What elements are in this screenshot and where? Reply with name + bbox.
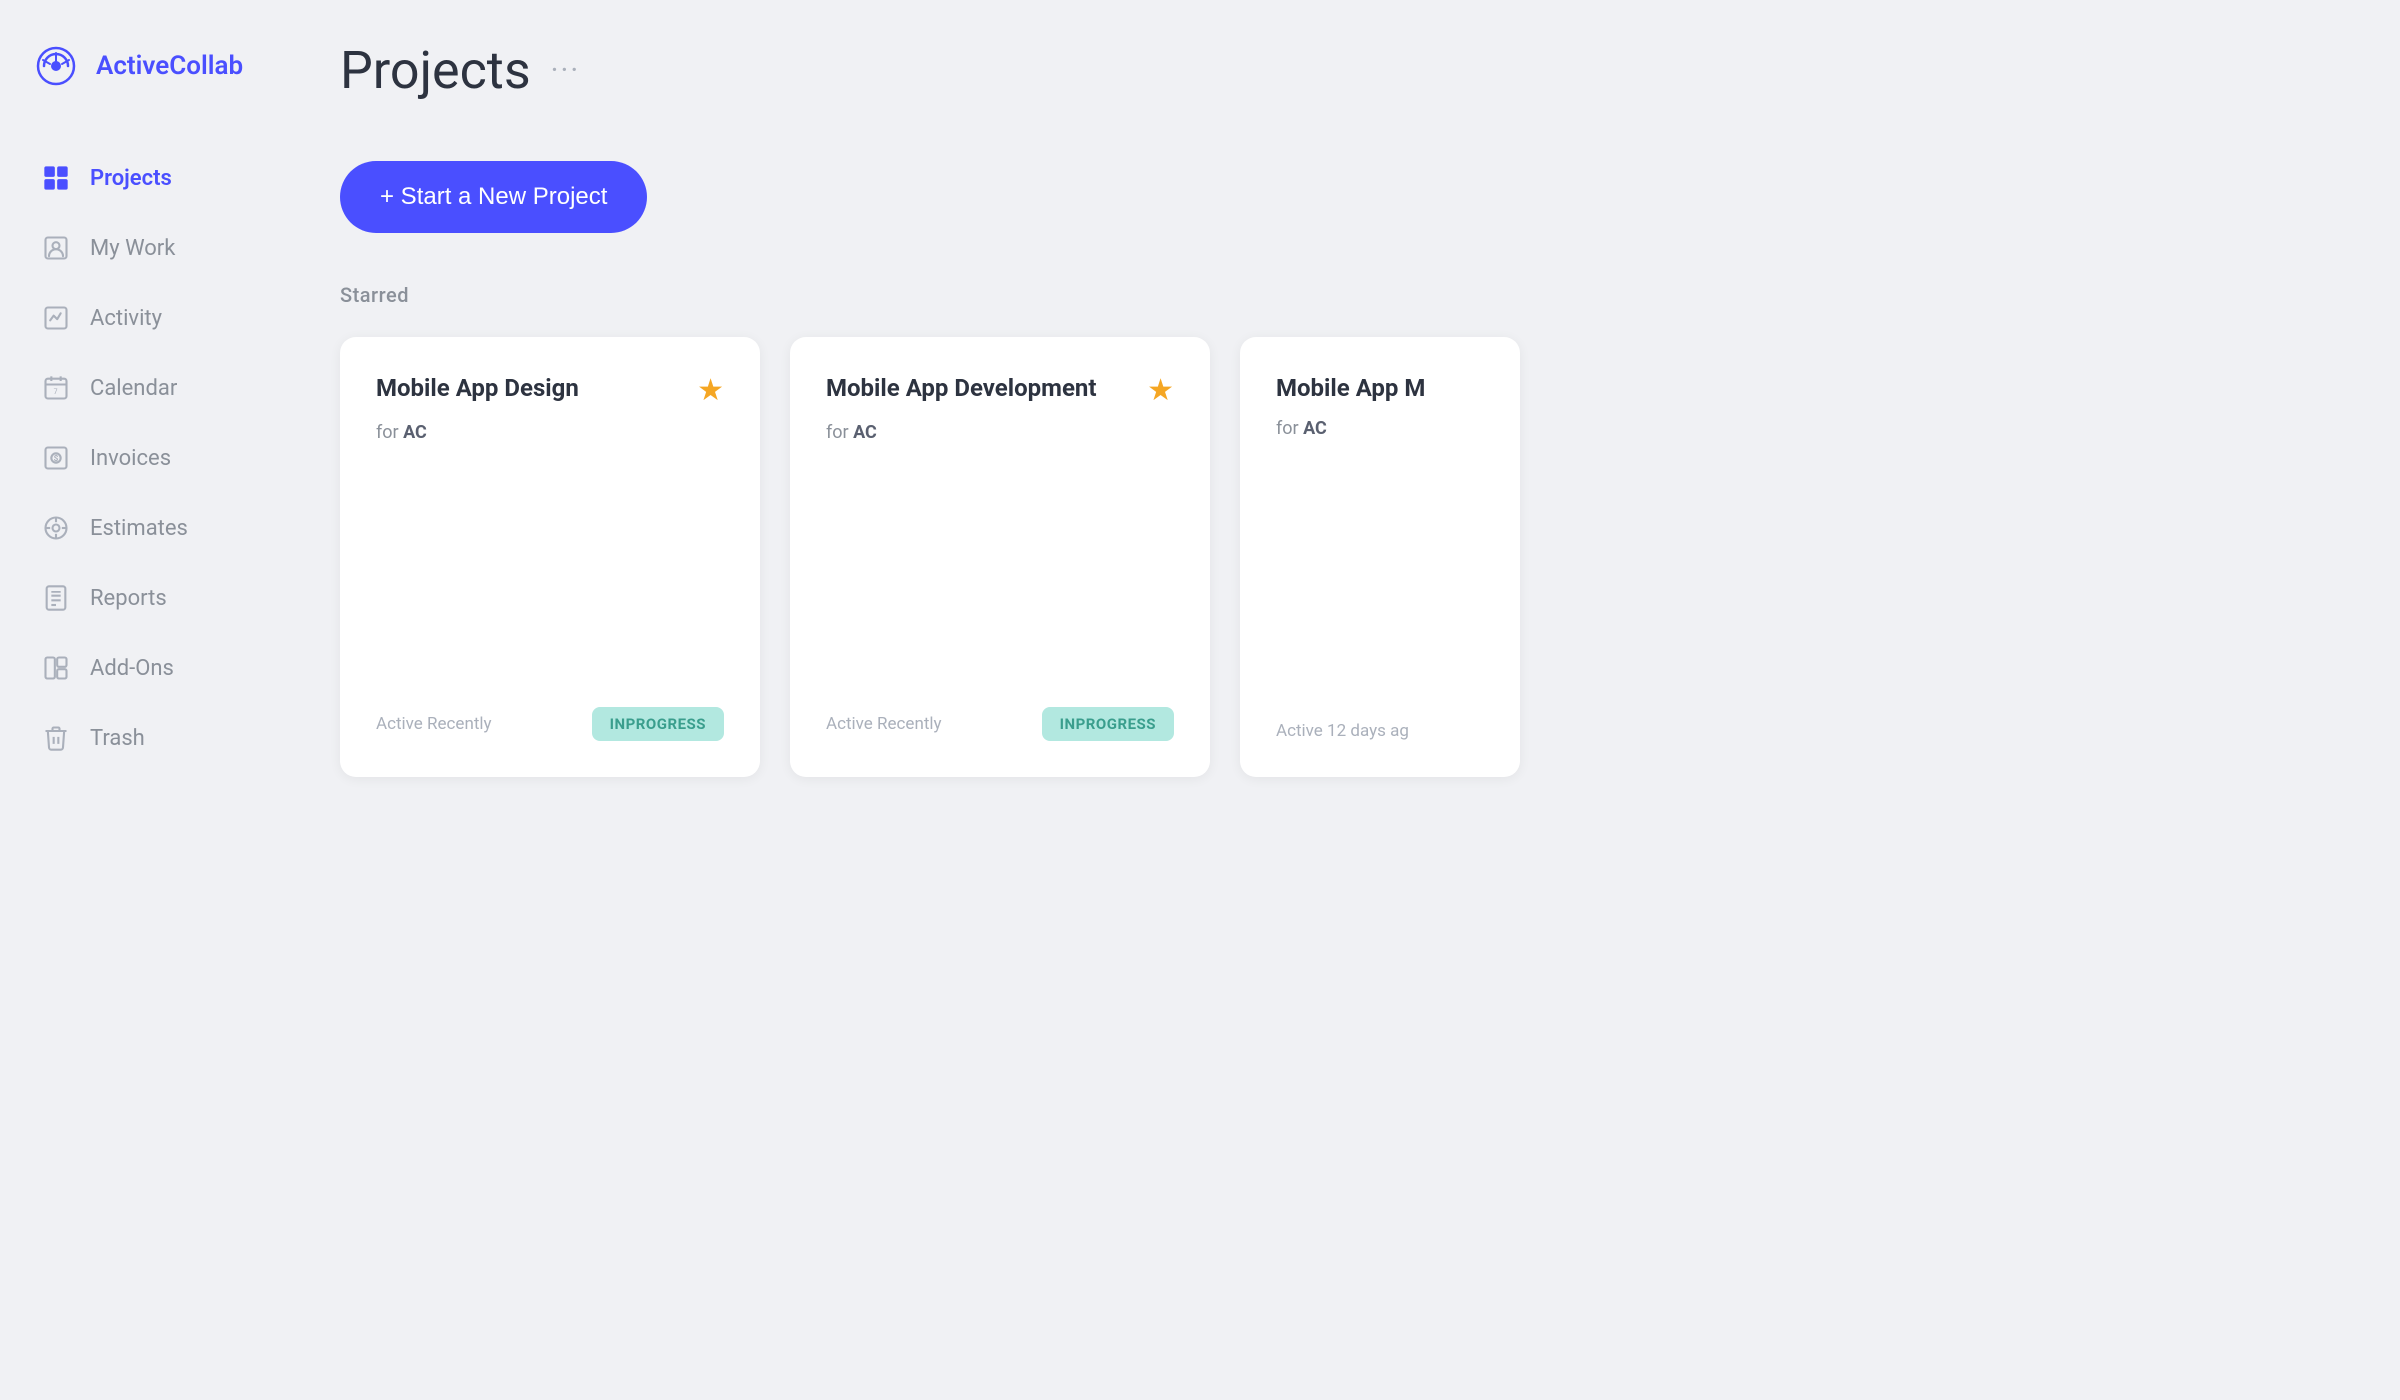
svg-text:7: 7 [54,388,58,396]
card-client-2: for AC [1276,418,1484,439]
sidebar-item-reports[interactable]: Reports [10,564,270,632]
card-status-1: INPROGRESS [1042,707,1174,741]
invoices-icon: $ [40,442,72,474]
card-client-0: for AC [376,422,724,443]
main-content: Projects ··· + Start a New Project Starr… [280,0,2400,1400]
star-icon-1[interactable]: ★ [1147,373,1174,408]
project-card-0[interactable]: Mobile App Design ★ for AC Active Recent… [340,337,760,777]
page-title: Projects [340,40,531,101]
sidebar-label-activity: Activity [90,306,162,331]
sidebar-label-invoices: Invoices [90,446,171,471]
page-header: Projects ··· [340,40,2340,101]
more-options-icon[interactable]: ··· [551,53,581,88]
trash-icon [40,722,72,754]
card-activity-2: Active 12 days ag [1276,721,1409,741]
sidebar-label-calendar: Calendar [90,376,177,401]
card-status-0: INPROGRESS [592,707,724,741]
reports-icon [40,582,72,614]
card-activity-0: Active Recently [376,714,492,734]
starred-section-label: Starred [340,283,2340,307]
estimates-icon [40,512,72,544]
sidebar-item-activity[interactable]: Activity [10,284,270,352]
sidebar-item-estimates[interactable]: Estimates [10,494,270,562]
sidebar-nav: Projects My Work Activity [0,142,280,774]
project-cards-row: Mobile App Design ★ for AC Active Recent… [340,337,2340,777]
project-card-2[interactable]: Mobile App M for AC Active 12 days ag [1240,337,1520,777]
card-client-name-1: AC [853,422,877,443]
sidebar-item-invoices[interactable]: $ Invoices [10,424,270,492]
projects-icon [40,162,72,194]
sidebar: ActiveCollab Projects [0,0,280,1400]
card-header-1: Mobile App Development ★ [826,373,1174,408]
card-footer-2: Active 12 days ag [1276,721,1484,741]
card-footer-1: Active Recently INPROGRESS [826,707,1174,741]
card-title-0: Mobile App Design [376,373,697,404]
svg-text:$: $ [54,453,59,463]
card-client-name-2: AC [1303,418,1327,439]
sidebar-label-add-ons: Add-Ons [90,656,174,681]
sidebar-item-projects[interactable]: Projects [10,144,270,212]
logo-area: ActiveCollab [0,40,280,142]
sidebar-label-estimates: Estimates [90,516,188,541]
card-footer-0: Active Recently INPROGRESS [376,707,724,741]
card-title-1: Mobile App Development [826,373,1147,404]
star-icon-0[interactable]: ★ [697,373,724,408]
card-client-1: for AC [826,422,1174,443]
card-activity-1: Active Recently [826,714,942,734]
my-work-icon [40,232,72,264]
calendar-icon: 7 [40,372,72,404]
sidebar-item-add-ons[interactable]: Add-Ons [10,634,270,702]
card-header-2: Mobile App M [1276,373,1484,404]
project-card-1[interactable]: Mobile App Development ★ for AC Active R… [790,337,1210,777]
logo-icon [30,40,82,92]
logo-text: ActiveCollab [96,51,243,81]
card-client-name-0: AC [403,422,427,443]
sidebar-label-trash: Trash [90,726,145,751]
sidebar-item-calendar[interactable]: 7 Calendar [10,354,270,422]
add-ons-icon [40,652,72,684]
sidebar-label-reports: Reports [90,586,167,611]
new-project-button[interactable]: + Start a New Project [340,161,647,233]
sidebar-label-projects: Projects [90,166,172,191]
card-header-0: Mobile App Design ★ [376,373,724,408]
sidebar-item-trash[interactable]: Trash [10,704,270,772]
sidebar-item-my-work[interactable]: My Work [10,214,270,282]
activity-icon [40,302,72,334]
card-title-2: Mobile App M [1276,373,1484,404]
sidebar-label-my-work: My Work [90,236,175,261]
